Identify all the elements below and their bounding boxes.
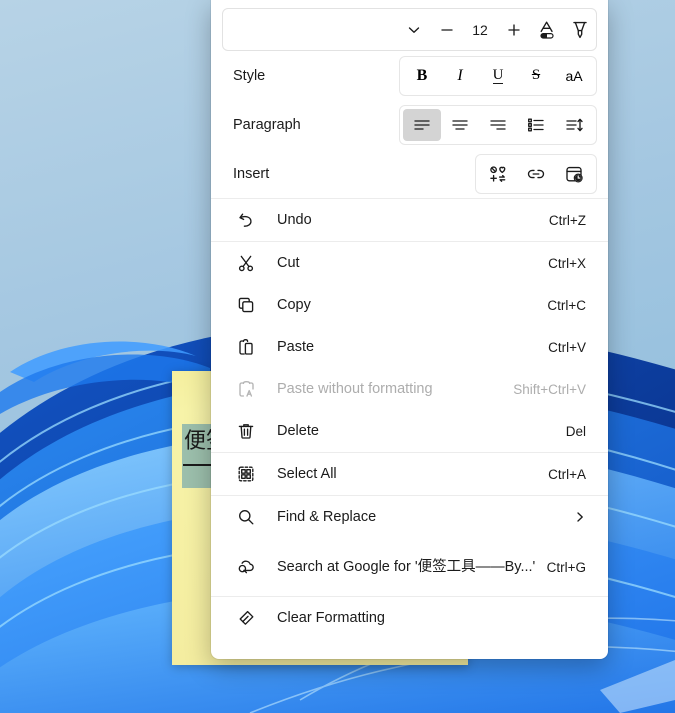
- insert-button-group: [475, 153, 597, 194]
- menu-item-search-google-label: Search at Google for '便签工具——By...': [277, 559, 536, 575]
- formatting-context-menu: 12 Style B I U S aA Paragraph Insert Und…: [211, 0, 608, 659]
- font-size-increase-button[interactable]: [497, 13, 530, 46]
- underline-glyph: U: [492, 66, 504, 84]
- menu-item-clear-formatting-label: Clear Formatting: [277, 610, 385, 626]
- eraser-icon: [233, 606, 259, 630]
- select-all-icon: [233, 462, 259, 486]
- menu-item-find-replace[interactable]: Find & Replace: [211, 496, 608, 538]
- menu-item-paste-label: Paste: [277, 339, 315, 355]
- search-icon: [233, 505, 259, 529]
- paste-plain-icon: [233, 377, 259, 401]
- insert-link-button[interactable]: [517, 158, 555, 190]
- style-button-group: B I U S aA: [399, 55, 597, 96]
- menu-item-undo[interactable]: Undo Ctrl+Z: [211, 199, 608, 241]
- font-row: 12: [222, 8, 597, 51]
- menu-item-delete[interactable]: Delete Del: [211, 410, 608, 452]
- highlighter-icon: [572, 21, 587, 38]
- menu-item-select-all[interactable]: Select All Ctrl+A: [211, 453, 608, 495]
- style-row: Style B I U S aA: [222, 51, 597, 100]
- menu-item-select-all-label: Select All: [277, 466, 337, 482]
- menu-item-paste-without-formatting[interactable]: Paste without formatting Shift+Ctrl+V: [211, 368, 608, 410]
- align-left-icon: [414, 119, 430, 130]
- menu-item-search-google-accelerator: Ctrl+G: [546, 559, 586, 575]
- align-right-icon: [490, 119, 506, 130]
- strikethrough-button[interactable]: S: [517, 60, 555, 92]
- align-center-icon: [452, 119, 468, 130]
- line-spacing-button[interactable]: [555, 109, 593, 141]
- change-case-glyph: aA: [565, 67, 583, 84]
- paragraph-row: Paragraph: [222, 100, 597, 149]
- menu-item-copy-accelerator: Ctrl+C: [547, 297, 586, 313]
- line-spacing-icon: [566, 118, 583, 131]
- menu-item-paste-accelerator: Ctrl+V: [548, 339, 586, 355]
- insert-datetime-button[interactable]: [555, 158, 593, 190]
- bold-button[interactable]: B: [403, 60, 441, 92]
- menu-item-clear-formatting[interactable]: Clear Formatting: [211, 597, 608, 639]
- align-left-button[interactable]: [403, 108, 441, 141]
- menu-item-cut[interactable]: Cut Ctrl+X: [211, 242, 608, 284]
- font-family-dropdown-button[interactable]: [397, 13, 430, 46]
- menu-item-copy[interactable]: Copy Ctrl+C: [211, 284, 608, 326]
- font-size-decrease-button[interactable]: [430, 13, 463, 46]
- menu-item-cut-label: Cut: [277, 255, 300, 271]
- link-icon: [527, 169, 545, 178]
- font-color-icon: [539, 21, 554, 39]
- cloud-search-icon: [233, 555, 259, 579]
- emoji-symbol-icon: [490, 165, 506, 182]
- menu-item-paste[interactable]: Paste Ctrl+V: [211, 326, 608, 368]
- insert-row-label: Insert: [233, 165, 270, 182]
- highlighter-button[interactable]: [563, 13, 596, 46]
- undo-icon: [233, 208, 259, 232]
- menu-item-paste-without-formatting-label: Paste without formatting: [277, 381, 433, 397]
- menu-item-delete-label: Delete: [277, 423, 319, 439]
- align-center-button[interactable]: [441, 109, 479, 141]
- menu-item-delete-accelerator: Del: [565, 423, 586, 439]
- paragraph-row-label: Paragraph: [233, 116, 301, 133]
- bulleted-list-button[interactable]: [517, 109, 555, 141]
- insert-symbol-button[interactable]: [479, 158, 517, 190]
- font-color-button[interactable]: [530, 13, 563, 46]
- font-size-value[interactable]: 12: [463, 22, 497, 38]
- menu-item-paste-without-formatting-accelerator: Shift+Ctrl+V: [513, 381, 586, 397]
- align-right-button[interactable]: [479, 109, 517, 141]
- change-case-button[interactable]: aA: [555, 60, 593, 92]
- menu-item-select-all-accelerator: Ctrl+A: [548, 466, 586, 482]
- cut-icon: [233, 251, 259, 275]
- style-row-label: Style: [233, 67, 266, 84]
- italic-button[interactable]: I: [441, 60, 479, 92]
- menu-item-search-google[interactable]: Search at Google for '便签工具——By...' Ctrl+…: [211, 538, 608, 596]
- underline-button[interactable]: U: [479, 60, 517, 92]
- plus-icon: [507, 23, 520, 36]
- bold-glyph: B: [416, 66, 428, 84]
- menu-item-cut-accelerator: Ctrl+X: [548, 255, 586, 271]
- calendar-clock-icon: [566, 166, 583, 183]
- chevron-down-icon: [408, 26, 419, 33]
- strikethrough-glyph: S: [531, 67, 541, 83]
- copy-icon: [233, 293, 259, 317]
- menu-item-find-replace-label: Find & Replace: [277, 509, 377, 525]
- bulleted-list-icon: [528, 118, 544, 131]
- italic-glyph: I: [457, 66, 463, 84]
- formatting-toolbar: 12 Style B I U S aA Paragraph Insert: [211, 0, 608, 198]
- insert-row: Insert: [222, 149, 597, 198]
- menu-item-copy-label: Copy: [277, 297, 311, 313]
- minus-icon: [440, 28, 453, 31]
- submenu-chevron-right-icon: [574, 510, 586, 524]
- menu-item-undo-accelerator: Ctrl+Z: [548, 212, 586, 228]
- trash-icon: [233, 419, 259, 443]
- paragraph-button-group: [399, 104, 597, 145]
- paste-icon: [233, 335, 259, 359]
- menu-item-undo-label: Undo: [277, 212, 312, 228]
